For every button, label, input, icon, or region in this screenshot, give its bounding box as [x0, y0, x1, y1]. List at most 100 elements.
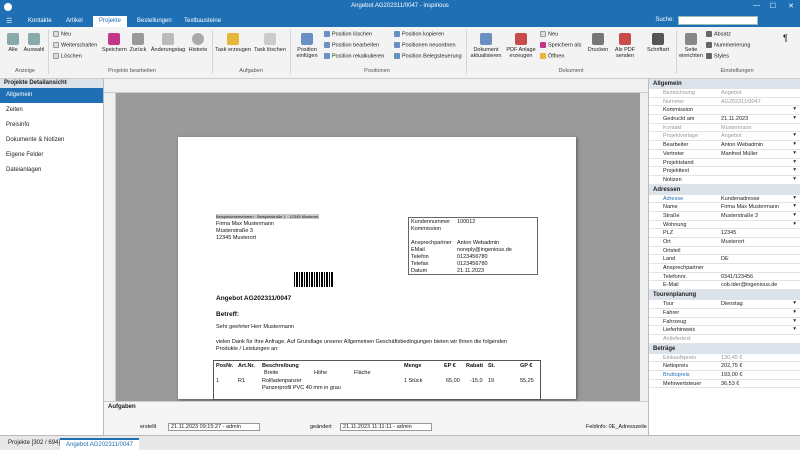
dropdown-icon[interactable]: ▾: [793, 115, 796, 121]
prop-value[interactable]: 36,53 €: [721, 381, 787, 387]
task-loeschen-button[interactable]: Task löschen: [252, 33, 288, 53]
prop-value[interactable]: 0341/123456: [721, 274, 787, 280]
nav-preisinfo[interactable]: Preisinfo: [0, 118, 103, 133]
pilcrow-icon[interactable]: ¶: [783, 33, 788, 43]
section-adressen[interactable]: Adressen: [649, 184, 800, 195]
dropdown-icon[interactable]: ▾: [793, 132, 796, 138]
prop-row[interactable]: Nummer AG202311/0047: [649, 98, 800, 107]
prop-value[interactable]: 130,45 €: [721, 355, 787, 361]
prop-row[interactable]: Notizen ▾: [649, 176, 800, 185]
prop-value[interactable]: Manfred Müller: [721, 151, 787, 157]
speichern-button[interactable]: Speichern: [102, 33, 127, 53]
prop-value[interactable]: Musterort: [721, 239, 787, 245]
prop-row[interactable]: Projektstand ▾: [649, 159, 800, 168]
minimize-icon[interactable]: —: [753, 2, 760, 9]
prop-value[interactable]: cob.ider@ingenious.de: [721, 282, 787, 288]
prop-row[interactable]: Ort Musterort: [649, 238, 800, 247]
dropdown-icon[interactable]: ▾: [793, 150, 796, 156]
status-tab-projekte[interactable]: Projekte [302 / 694]: [2, 438, 66, 450]
prop-row[interactable]: Adresse Kundenadresse ▾: [649, 195, 800, 204]
prop-row[interactable]: Vertreter Manfred Müller ▾: [649, 150, 800, 159]
dropdown-icon[interactable]: ▾: [793, 318, 796, 324]
dropdown-icon[interactable]: ▾: [793, 309, 796, 315]
section-allgemein[interactable]: Allgemein: [649, 79, 800, 89]
prop-value[interactable]: 12345: [721, 230, 787, 236]
historie-button[interactable]: Historie: [186, 33, 210, 53]
close-icon[interactable]: ✕: [788, 2, 794, 10]
prop-value[interactable]: Kundenadresse: [721, 196, 787, 202]
schriftart-button[interactable]: Schriftart: [644, 33, 672, 53]
dropdown-icon[interactable]: ▾: [793, 167, 796, 173]
oeffnen-button[interactable]: Öffnen: [540, 53, 564, 59]
tab-artikel[interactable]: Artikel: [60, 16, 89, 27]
dropdown-icon[interactable]: ▾: [793, 326, 796, 332]
document-editor[interactable]: Beispielunternehmen · Beispielstraße 1 ·…: [104, 79, 648, 401]
prop-row[interactable]: Kontakt Mustermann: [649, 124, 800, 133]
tab-bestellungen[interactable]: Bestellungen: [131, 16, 178, 27]
prop-value[interactable]: Angebot: [721, 133, 787, 139]
speichern-als-button[interactable]: Speichern als: [540, 42, 581, 48]
prop-row[interactable]: Tour Dienstag ▾: [649, 300, 800, 309]
prop-row[interactable]: Nettopreis 202,75 €: [649, 362, 800, 371]
aenderungstag-button[interactable]: Änderungstag: [150, 33, 186, 53]
prop-row[interactable]: Fahrzeug ▾: [649, 318, 800, 327]
prop-row[interactable]: Mehrwertsteuer 36,53 €: [649, 380, 800, 389]
prop-value[interactable]: Firma Max Mustermann: [721, 204, 787, 210]
prop-value[interactable]: Angebot: [721, 90, 787, 96]
position-bearbeiten-button[interactable]: Position bearbeiten: [324, 42, 379, 48]
prop-row[interactable]: Straße Musterstraße 3 ▾: [649, 212, 800, 221]
styles-button[interactable]: Styles: [706, 53, 729, 59]
prop-value[interactable]: 21.11.2023: [721, 116, 787, 122]
prop-row[interactable]: Einkaufspreis 130,45 €: [649, 354, 800, 363]
loeschen-button[interactable]: Löschen: [53, 53, 82, 59]
prop-row[interactable]: Projekttext ▾: [649, 167, 800, 176]
prop-row[interactable]: Gedruckt am 21.11.2023 ▾: [649, 115, 800, 124]
dropdown-icon[interactable]: ▾: [793, 106, 796, 112]
drucken-button[interactable]: Drucken: [586, 33, 610, 53]
positionen-neuordnen-button[interactable]: Positionen neuordnen: [394, 42, 456, 48]
prop-row[interactable]: Kommission ▾: [649, 106, 800, 116]
dropdown-icon[interactable]: ▾: [793, 300, 796, 306]
prop-row[interactable]: Fahrer ▾: [649, 309, 800, 318]
prop-row[interactable]: Telefonnr. 0341/123456: [649, 273, 800, 282]
nav-zeiten[interactable]: Zeiten: [0, 103, 103, 118]
prop-row[interactable]: Name Firma Max Mustermann ▾: [649, 203, 800, 212]
tab-kontakte[interactable]: Kontakte: [22, 16, 58, 27]
prop-value[interactable]: Mustermann: [721, 125, 787, 131]
position-rekalkulieren-button[interactable]: Position rekalkulieren: [324, 53, 384, 59]
prop-value[interactable]: Musterstraße 3: [721, 213, 787, 219]
menu-icon[interactable]: ☰: [6, 17, 12, 25]
prop-row[interactable]: Anliefertext: [649, 335, 800, 344]
document-page[interactable]: Beispielunternehmen · Beispielstraße 1 ·…: [178, 137, 576, 400]
weiterschalten-button[interactable]: Weiterschalten: [53, 42, 97, 48]
prop-row[interactable]: Ansprechpartner: [649, 264, 800, 273]
prop-row[interactable]: Bezeichnung Angebot: [649, 89, 800, 98]
prop-row[interactable]: Ortsteil: [649, 247, 800, 256]
zurueck-button[interactable]: Zurück: [128, 33, 148, 53]
task-erzeugen-button[interactable]: Task erzeugen: [214, 33, 252, 53]
neu-button[interactable]: Neu: [53, 31, 71, 37]
seite-einrichten-button[interactable]: Seite einrichten: [678, 33, 704, 59]
maximize-icon[interactable]: ☐: [770, 2, 776, 10]
search-input[interactable]: [678, 16, 758, 25]
prop-value[interactable]: 193,00 €: [721, 372, 787, 378]
nav-dokumente[interactable]: Dokumente & Notizen: [0, 133, 103, 148]
pdf-anlage-button[interactable]: PDF Anlage erzeugen: [506, 33, 536, 59]
prop-row[interactable]: Bruttopreis 193,00 €: [649, 371, 800, 380]
prop-value[interactable]: AG202311/0047: [721, 99, 787, 105]
position-loeschen-button[interactable]: Position löschen: [324, 31, 372, 37]
nav-allgemein[interactable]: Allgemein: [0, 88, 103, 103]
tab-textbausteine[interactable]: Textbausteine: [178, 16, 227, 27]
nav-eigene-felder[interactable]: Eigene Felder: [0, 148, 103, 163]
section-betraege[interactable]: Beträge: [649, 343, 800, 354]
document-scrollbar[interactable]: [640, 93, 648, 401]
prop-row[interactable]: Land DE: [649, 255, 800, 265]
position-belegsteuerung-button[interactable]: Position Belegsteuerung: [394, 53, 462, 59]
absatz-button[interactable]: Absatz: [706, 31, 731, 37]
position-kopieren-button[interactable]: Position kopieren: [394, 31, 444, 37]
prop-row[interactable]: E-Mail cob.ider@ingenious.de: [649, 281, 800, 291]
als-pdf-senden-button[interactable]: Als PDF senden: [612, 33, 638, 59]
alle-button[interactable]: Alle: [4, 33, 22, 53]
prop-value[interactable]: Dienstag: [721, 301, 787, 307]
dropdown-icon[interactable]: ▾: [793, 203, 796, 209]
